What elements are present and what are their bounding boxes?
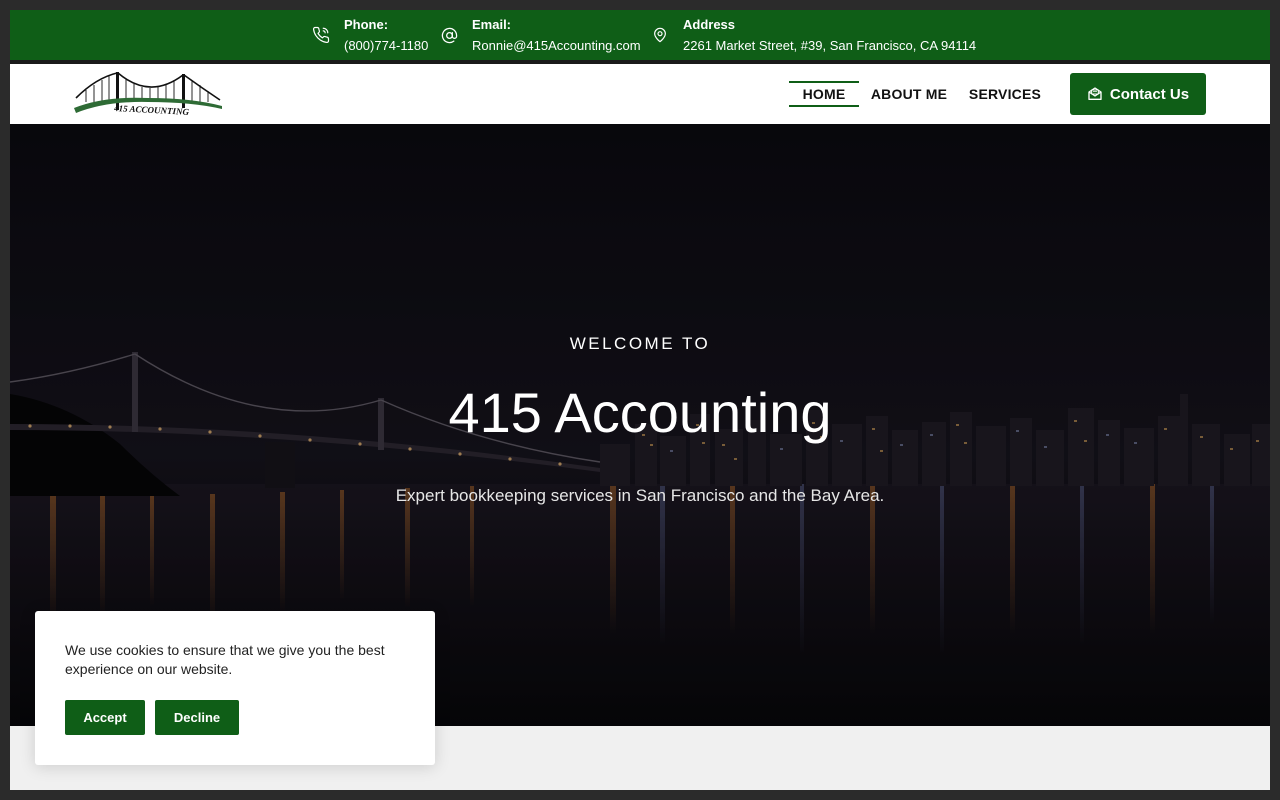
email-value: Ronnie@415Accounting.com xyxy=(472,38,641,53)
email-label: Email: xyxy=(472,17,512,32)
contact-us-button[interactable]: Contact Us xyxy=(1070,73,1206,115)
cookie-accept-button[interactable]: Accept xyxy=(65,700,145,735)
nav-about-me[interactable]: ABOUT ME xyxy=(870,81,948,107)
nav-services[interactable]: SERVICES xyxy=(969,81,1041,107)
phone-value: (800)774-1180 xyxy=(344,38,429,53)
cookie-decline-button[interactable]: Decline xyxy=(155,700,239,735)
email-info[interactable]: Email: Ronnie@415Accounting.com xyxy=(440,10,641,60)
at-sign-icon xyxy=(440,26,458,44)
phone-icon xyxy=(312,26,330,44)
bridge-logo-icon: 415 ACCOUNTING xyxy=(74,72,222,117)
cookie-message: We use cookies to ensure that we give yo… xyxy=(65,642,385,677)
address-label: Address xyxy=(683,17,736,32)
phone-info[interactable]: Phone: (800)774-1180 xyxy=(312,10,428,60)
hero-welcome-text: WELCOME TO xyxy=(569,334,711,353)
top-info-bar: Phone: (800)774-1180 Email: Ronnie@415Ac… xyxy=(10,10,1270,60)
envelope-open-icon xyxy=(1088,87,1102,100)
nav-home[interactable]: HOME xyxy=(789,81,859,107)
hero-title: 415 Accounting xyxy=(448,381,832,444)
logo-text: 415 ACCOUNTING xyxy=(113,103,190,117)
hero-subtitle: Expert bookkeeping services in San Franc… xyxy=(395,486,885,505)
contact-us-label: Contact Us xyxy=(1109,85,1190,103)
address-info[interactable]: Address 2261 Market Street, #39, San Fra… xyxy=(651,10,976,60)
cookie-consent-banner: We use cookies to ensure that we give yo… xyxy=(35,611,435,765)
browser-viewport: Phone: (800)774-1180 Email: Ronnie@415Ac… xyxy=(10,10,1270,790)
phone-label: Phone: xyxy=(344,17,389,32)
map-pin-icon xyxy=(651,26,669,44)
address-value: 2261 Market Street, #39, San Francisco, … xyxy=(683,38,977,53)
site-header: 415 ACCOUNTING HOME ABOUT ME SERVICES Co… xyxy=(10,64,1270,124)
site-logo[interactable]: 415 ACCOUNTING xyxy=(74,68,222,118)
